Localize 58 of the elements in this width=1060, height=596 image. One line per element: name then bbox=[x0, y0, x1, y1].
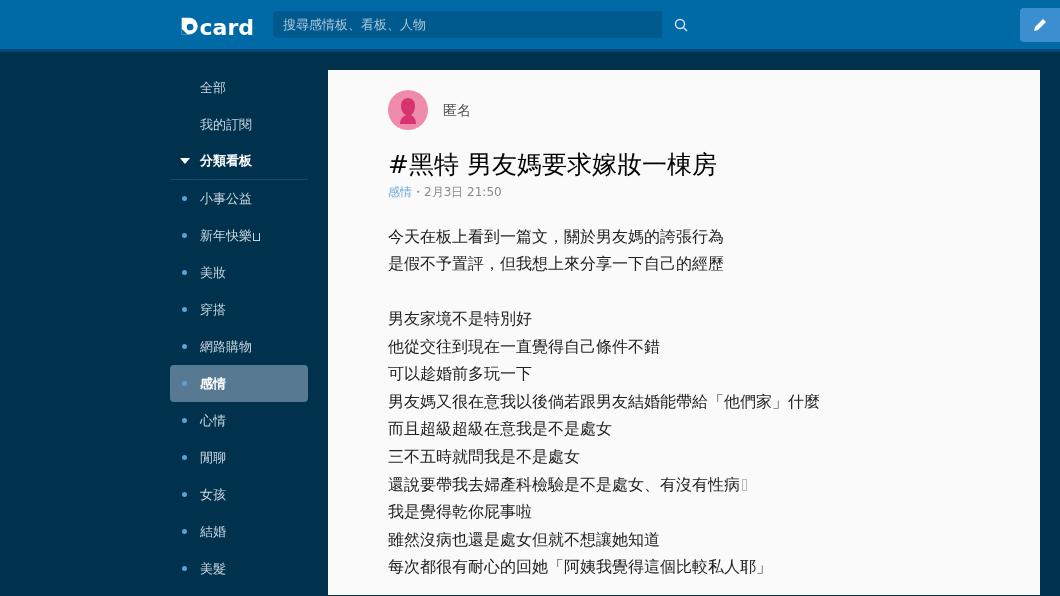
bullet-icon bbox=[182, 270, 187, 275]
body-line: 我是覺得乾你屁事啦 bbox=[388, 501, 532, 524]
board-item[interactable]: 美髮 bbox=[170, 550, 308, 587]
search-field[interactable]: 搜尋感情板、看板、人物 bbox=[273, 11, 662, 38]
search-icon[interactable] bbox=[674, 17, 688, 32]
body-line: 而且超級超級在意我是不是處女 bbox=[388, 418, 612, 441]
post-title: #黑特 男友媽要求嫁妝一棟房 bbox=[388, 149, 718, 181]
bullet-icon bbox=[182, 455, 187, 460]
bullet-icon bbox=[182, 418, 187, 423]
board-label: 閒聊 bbox=[200, 448, 226, 467]
author-name: 匿名 bbox=[443, 100, 471, 120]
body-line: 他從交往到現在一直覺得自己條件不錯 bbox=[388, 335, 660, 358]
board-item[interactable]: 感情 bbox=[170, 365, 308, 402]
board-label: 網路購物 bbox=[200, 337, 252, 356]
board-item[interactable]: 穿搭 bbox=[170, 291, 308, 328]
board-label: 新年快樂 bbox=[200, 226, 252, 245]
body-line: 是假不予置評，但我想上來分享一下自己的經歷 bbox=[388, 253, 724, 276]
board-item[interactable]: 閒聊 bbox=[170, 439, 308, 476]
dcard-logo[interactable]: card bbox=[180, 10, 254, 39]
sidebar-item[interactable]: 全部 bbox=[170, 69, 308, 106]
body-line: 男友家境不是特別好 bbox=[388, 308, 532, 330]
body-line: 男友媽又很在意我以後倘若跟男友結婚能帶給「他們家」什麼 bbox=[388, 390, 820, 413]
sidebar-item[interactable]: 我的訂閱 bbox=[170, 106, 308, 143]
bullet-icon bbox=[182, 492, 187, 497]
caret-icon[interactable] bbox=[180, 158, 190, 164]
board-item[interactable]: 小事公益 bbox=[170, 180, 308, 217]
body-line: 今天在板上看到一篇文，關於男友媽的誇張行為 bbox=[388, 225, 724, 248]
board-item[interactable]: 網路購物 bbox=[170, 328, 308, 365]
bullet-icon bbox=[182, 196, 187, 201]
body-line: 還說要帶我去婦產科檢驗是不是處女、有沒有性病 bbox=[388, 473, 740, 496]
board-item[interactable]: 美妝 bbox=[170, 254, 308, 291]
post-button[interactable] bbox=[1020, 8, 1060, 42]
bullet-icon bbox=[182, 529, 187, 534]
pencil-icon[interactable] bbox=[1032, 17, 1048, 33]
bullet-icon bbox=[182, 566, 187, 571]
body-line: 雖然沒病也還是處女但就不想讓她知道 bbox=[388, 528, 660, 551]
board-label: 穿搭 bbox=[200, 300, 226, 319]
board-label: 小事公益 bbox=[200, 189, 252, 208]
board-label: 結婚 bbox=[200, 522, 226, 541]
post-time: ・2月3日 21:50 bbox=[412, 184, 502, 201]
bullet-icon bbox=[182, 344, 187, 349]
body-line: 可以趁婚前多玩一下 bbox=[388, 363, 532, 386]
board-label: 心情 bbox=[200, 411, 226, 430]
bullet-icon bbox=[182, 381, 187, 386]
body-line: 三不五時就問我是不是處女 bbox=[388, 445, 580, 468]
bullet-icon bbox=[182, 233, 187, 238]
bullet-icon bbox=[182, 307, 187, 312]
board-label: 女孩 bbox=[200, 485, 226, 504]
section-heading[interactable]: 分類看板 bbox=[200, 151, 252, 171]
board-label: 美妝 bbox=[200, 263, 226, 282]
board-label: 感情 bbox=[200, 374, 226, 393]
body-line: 每次都很有耐心的回她「阿姨我覺得這個比較私人耶」 bbox=[388, 556, 772, 579]
avatar-icon bbox=[388, 90, 428, 130]
board-item[interactable]: 新年快樂 bbox=[170, 217, 308, 254]
board-item[interactable]: 女孩 bbox=[170, 476, 308, 513]
board-item[interactable]: 結婚 bbox=[170, 513, 308, 550]
board-label: 美髮 bbox=[200, 559, 226, 578]
board-item[interactable]: 心情 bbox=[170, 402, 308, 439]
